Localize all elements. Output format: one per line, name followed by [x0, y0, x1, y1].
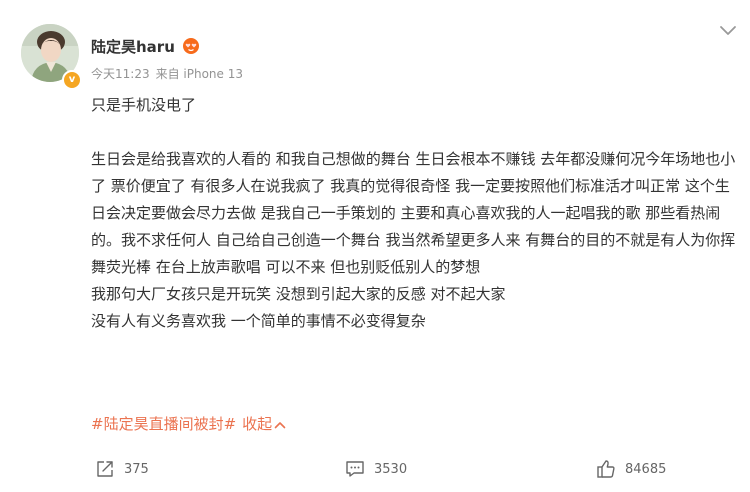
content-line: 我那句大厂女孩只是开玩笑 没想到引起大家的反感 对不起大家: [91, 285, 506, 303]
repost-count: 375: [124, 461, 149, 477]
collapse-button[interactable]: 收起: [242, 415, 286, 433]
post-content: 只是手机没电了 生日会是给我喜欢的人看的 和我自己想做的舞台 生日会根本不赚钱 …: [91, 92, 736, 335]
comment-button[interactable]: 3530: [345, 458, 407, 480]
like-count: 84685: [625, 461, 667, 477]
username[interactable]: 陆定昊haru: [91, 36, 175, 57]
repost-button[interactable]: 375: [95, 458, 149, 480]
collapse-label: 收起: [242, 415, 273, 433]
content-line: 没有人有义务喜欢我 一个简单的事情不必变得复杂: [91, 312, 426, 330]
repost-icon: [97, 461, 113, 477]
post-source: 来自 iPhone 13: [155, 67, 243, 81]
topic-hashtag[interactable]: #陆定昊直播间被封#: [91, 415, 236, 433]
thumbs-up-icon: [597, 460, 615, 478]
content-line: 只是手机没电了: [91, 96, 197, 114]
comment-icon: [346, 461, 364, 477]
post-time[interactable]: 今天11:23: [91, 67, 150, 81]
topic-row: #陆定昊直播间被封# 收起: [91, 413, 286, 435]
post-meta: 今天11:23 来自 iPhone 13: [91, 65, 243, 82]
heart-face-icon: [183, 38, 199, 54]
chevron-up-icon: [274, 421, 286, 428]
comment-count: 3530: [374, 461, 408, 477]
chevron-down-icon[interactable]: [719, 24, 737, 38]
content-paragraph: 生日会是给我喜欢的人看的 和我自己想做的舞台 生日会根本不赚钱 去年都没赚何况今…: [91, 150, 736, 276]
like-button[interactable]: 84685: [596, 458, 666, 480]
verified-badge-icon: v: [62, 70, 82, 90]
